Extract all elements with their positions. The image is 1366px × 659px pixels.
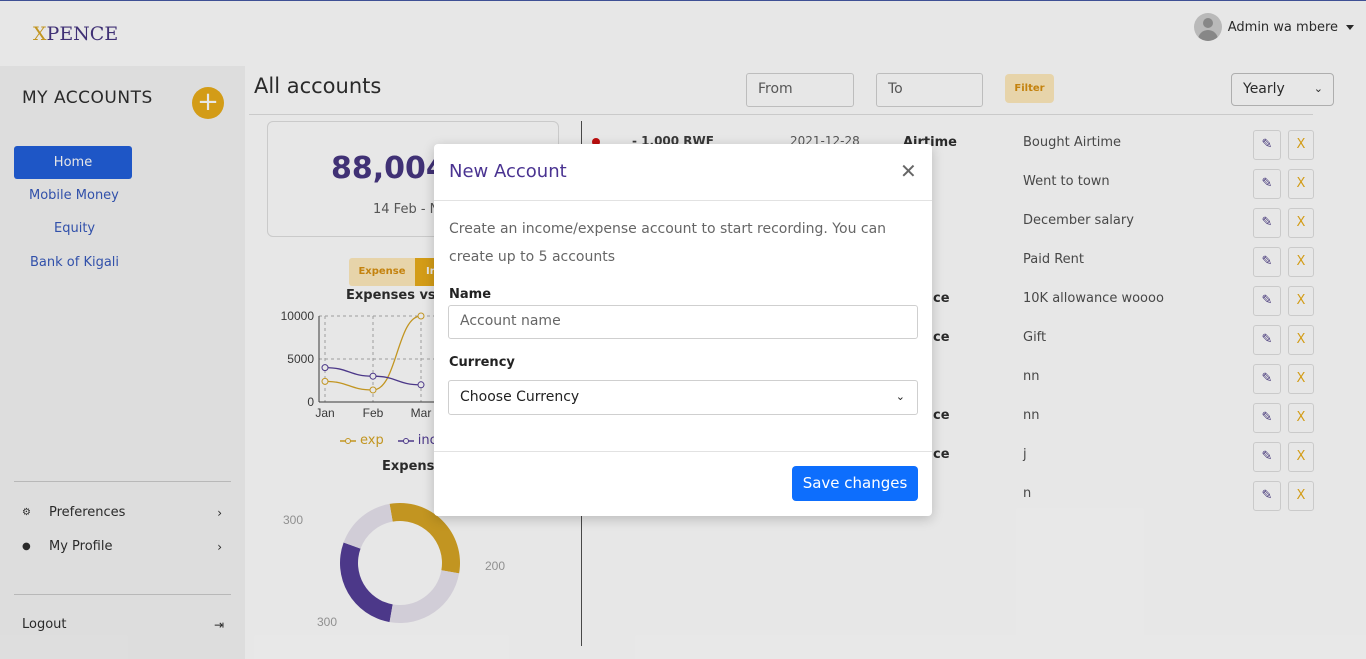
name-label: Name — [449, 287, 492, 302]
currency-select[interactable]: Choose Currency ⌄ — [448, 380, 918, 415]
currency-value: Choose Currency — [460, 389, 580, 405]
account-name-input[interactable]: Account name — [448, 305, 918, 339]
new-account-modal: New Account ✕ Create an income/expense a… — [434, 144, 932, 516]
close-icon[interactable]: ✕ — [900, 161, 917, 181]
modal-footer-divider — [434, 451, 932, 452]
currency-label: Currency — [449, 355, 515, 370]
modal-description: Create an income/expense account to star… — [449, 221, 887, 265]
modal-header-divider — [434, 200, 932, 201]
chevron-down-icon: ⌄ — [895, 390, 905, 403]
modal-title: New Account — [449, 161, 567, 182]
save-changes-button[interactable]: Save changes — [792, 466, 918, 501]
